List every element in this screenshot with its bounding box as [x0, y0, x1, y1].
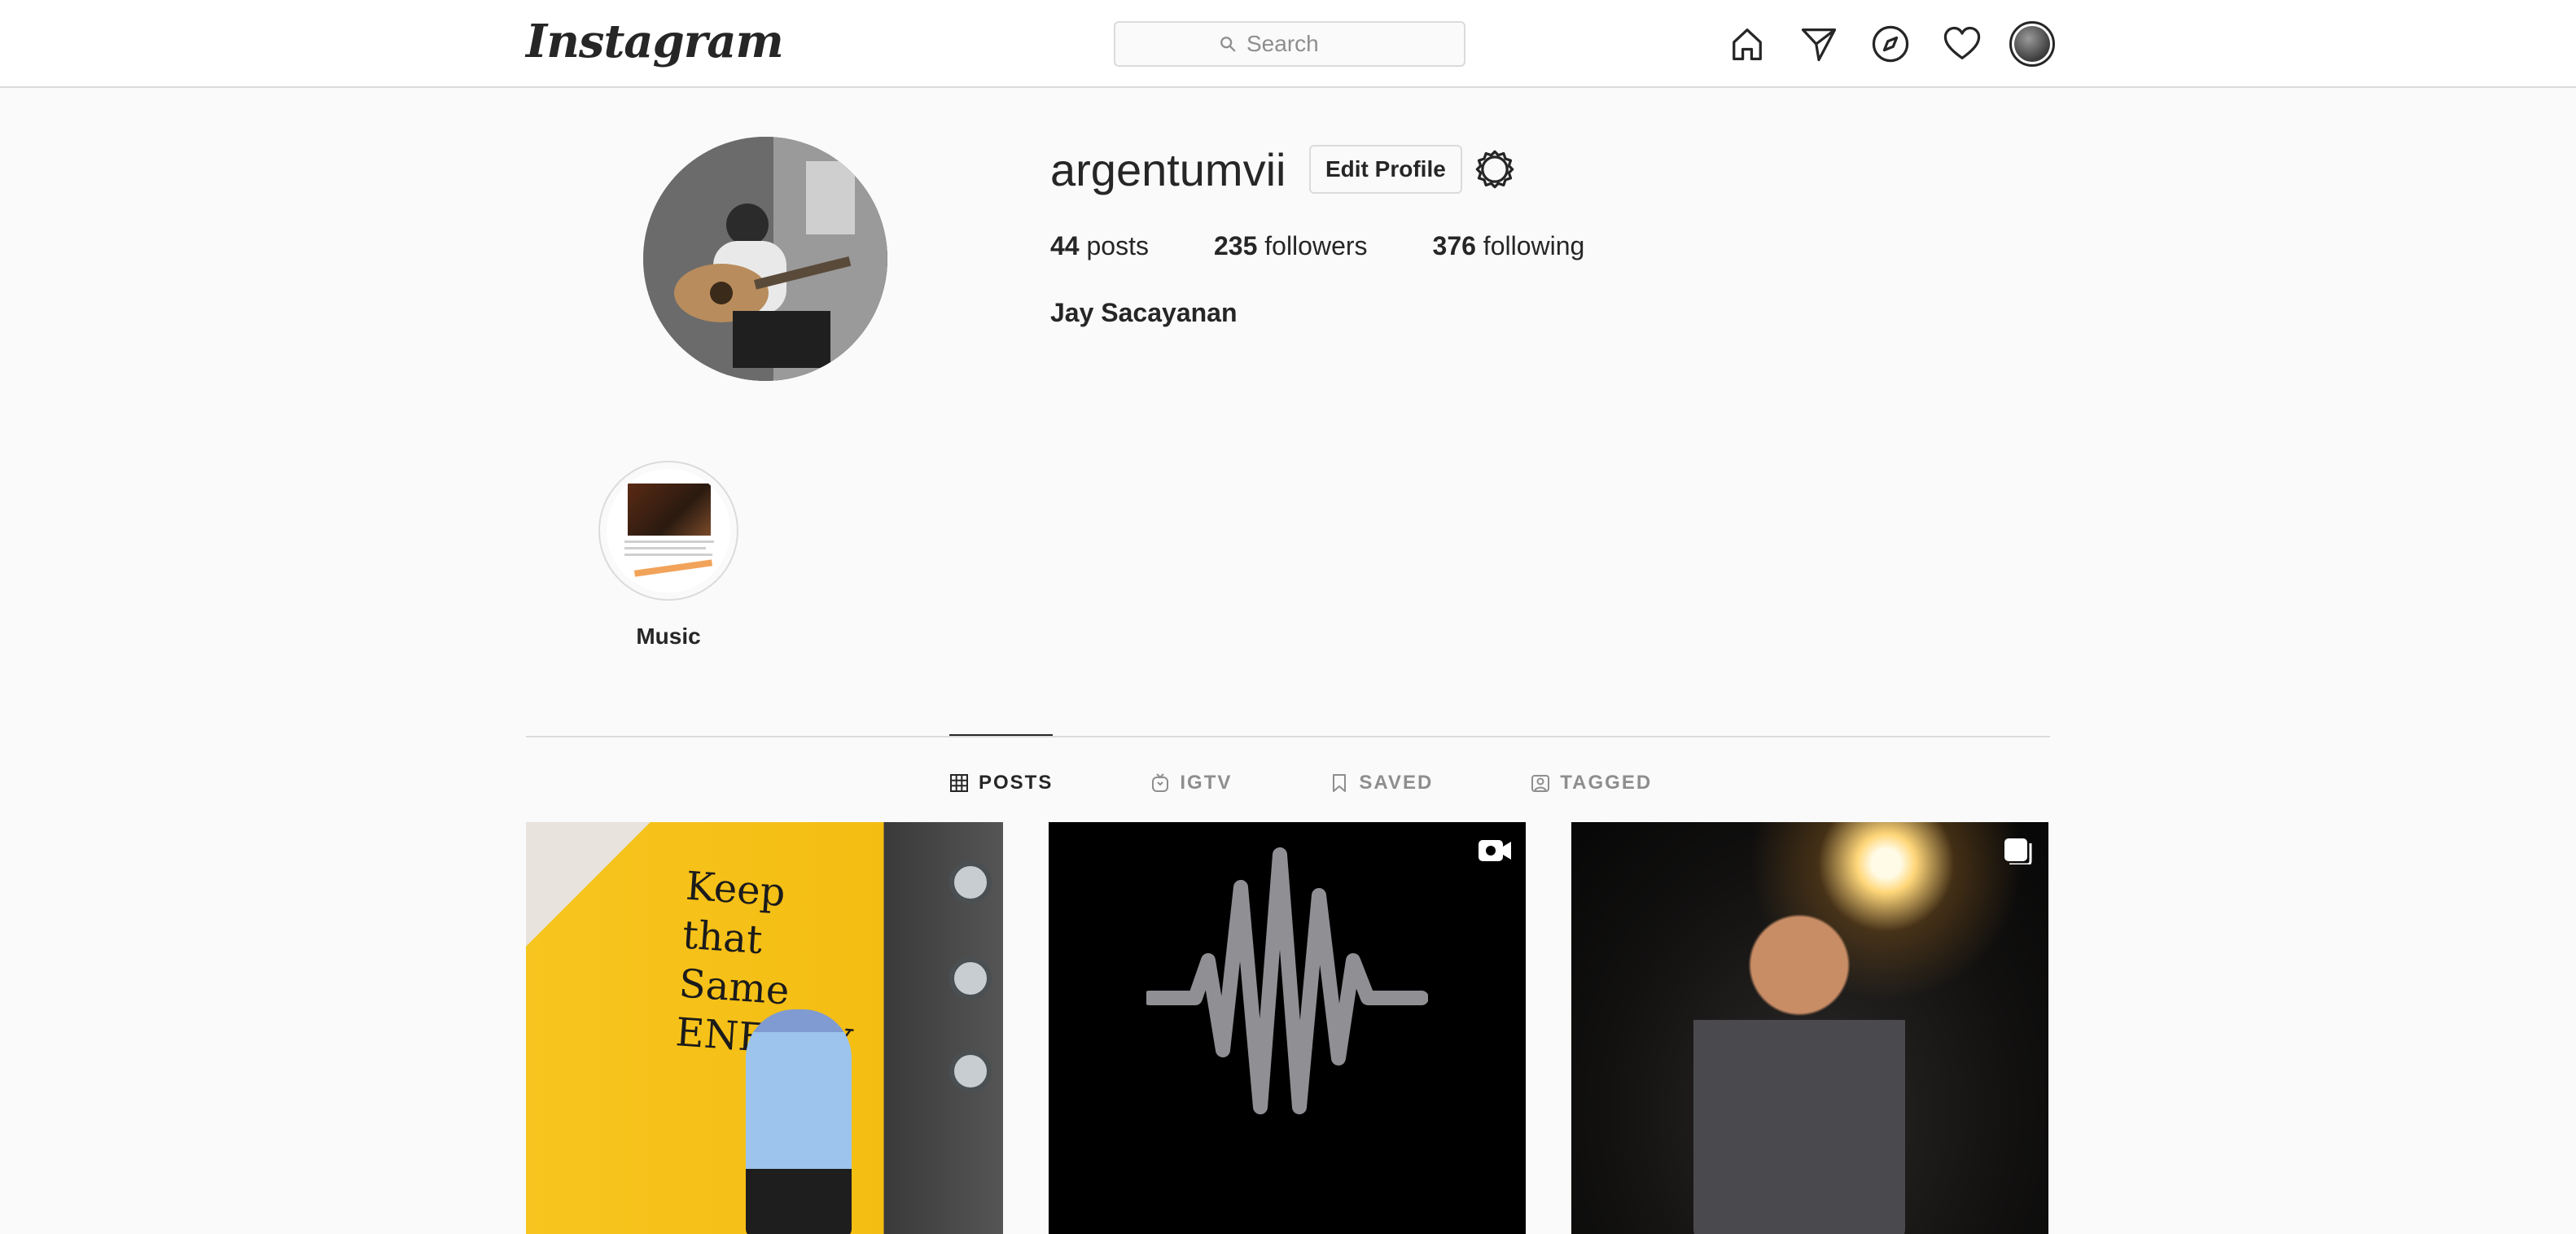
electric-meter [949, 1050, 992, 1092]
nav-icon-group [1723, 20, 2055, 68]
followers-link[interactable]: 235 followers [1214, 231, 1368, 261]
igtv-icon [1152, 773, 1169, 792]
stat-count: 44 [1050, 231, 1080, 260]
post-person [746, 1009, 852, 1234]
tab-posts[interactable]: POSTS [949, 734, 1054, 825]
electric-meter [949, 861, 992, 904]
settings-icon[interactable] [1472, 147, 1518, 192]
tag-icon [1531, 775, 1550, 792]
posts-grid: Keep that Same ENERGY [526, 822, 2050, 1234]
profile-avatar[interactable] [2009, 21, 2055, 67]
search-input[interactable] [1246, 31, 1360, 57]
video-icon [1479, 840, 1511, 861]
post-tile[interactable] [1049, 822, 1526, 1234]
tab-label: POSTS [979, 772, 1054, 794]
top-nav: Instagram [0, 0, 2576, 88]
direct-icon[interactable] [1794, 20, 1843, 68]
highlight-label: Music [636, 624, 701, 649]
profile-stats: 44 posts 235 followers 376 following [1050, 231, 1584, 261]
waveform-graphic [1146, 847, 1428, 1114]
stat-label: following [1483, 231, 1585, 260]
edit-profile-button[interactable]: Edit Profile [1309, 145, 1462, 194]
profile-full-name: Jay Sacayanan [1050, 298, 1238, 327]
tab-label: SAVED [1359, 772, 1434, 794]
stat-label: followers [1264, 231, 1368, 260]
highlight-cover-accent [633, 559, 713, 577]
tab-label: IGTV [1180, 772, 1233, 794]
grid-icon [950, 774, 968, 792]
search-box[interactable] [1114, 21, 1465, 67]
highlight-cover-line [624, 540, 714, 543]
electric-meter [949, 957, 992, 1000]
profile-tabs: POSTS IGTV SAVED TAGGED [949, 734, 1652, 817]
post-tile[interactable]: Keep that Same ENERGY [526, 822, 1003, 1234]
profile-username: argentumvii [1050, 144, 1286, 195]
posts-count: 44 posts [1050, 231, 1149, 261]
guitar-player-photo [643, 137, 887, 381]
highlight-cover [607, 469, 730, 593]
following-link[interactable]: 376 following [1433, 231, 1585, 261]
highlight-cover-line [624, 554, 712, 556]
tab-igtv[interactable]: IGTV [1150, 736, 1232, 825]
post-person [1693, 904, 1905, 1234]
avatar-image [2014, 26, 2050, 62]
highlight-cover-line [624, 547, 706, 549]
post-tile[interactable] [1571, 822, 2048, 1234]
bookmark-icon [1333, 774, 1347, 792]
profile-picture[interactable] [643, 137, 887, 381]
stat-label: posts [1086, 231, 1149, 260]
activity-icon[interactable] [1938, 20, 1987, 68]
carousel-icon [2004, 838, 2032, 864]
story-highlight[interactable]: Music [598, 461, 739, 650]
stat-count: 235 [1213, 231, 1258, 260]
tab-tagged[interactable]: TAGGED [1531, 736, 1652, 825]
home-icon[interactable] [1723, 20, 1772, 68]
tab-saved[interactable]: SAVED [1330, 736, 1433, 825]
tab-label: TAGGED [1560, 772, 1653, 794]
highlight-cover-photo [628, 484, 711, 536]
stat-count: 376 [1432, 231, 1476, 260]
highlight-ring [598, 461, 738, 601]
explore-icon[interactable] [1866, 20, 1915, 68]
instagram-logo[interactable]: Instagram [526, 15, 784, 68]
search-icon [1220, 37, 1236, 52]
